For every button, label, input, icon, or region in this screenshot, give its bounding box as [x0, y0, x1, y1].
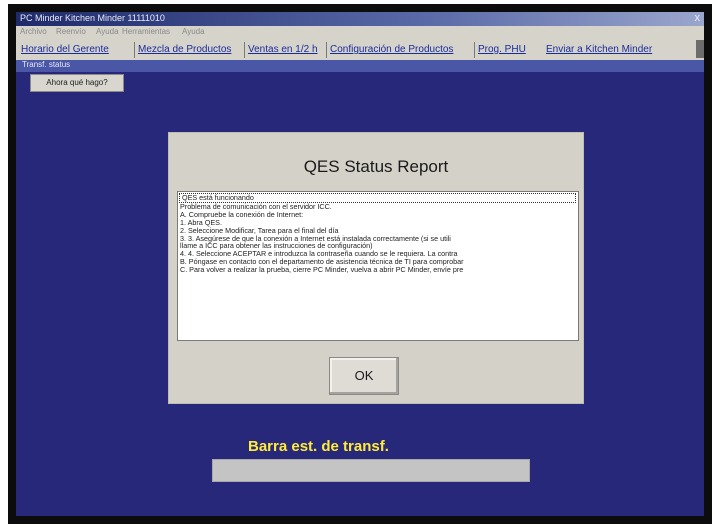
- window-title: PC Minder Kitchen Minder 11111010: [20, 13, 165, 23]
- tab-scroll-handle[interactable]: [696, 40, 704, 58]
- subbar-label: Transf. status: [22, 60, 71, 69]
- transfer-progress-bar: [212, 459, 530, 482]
- transfer-bar-label: Barra est. de transf.: [248, 438, 389, 455]
- status-dialog: QES Status Report QES está funcionando P…: [168, 132, 584, 404]
- help-tab[interactable]: Ahora qué hago?: [30, 74, 124, 92]
- status-line: A. Compruebe la conexión de Internet:: [180, 209, 304, 219]
- tab-ventas[interactable]: Ventas en 1/2 h: [244, 42, 318, 58]
- menu-archivo[interactable]: Archivo: [20, 27, 47, 36]
- tab-mezcla[interactable]: Mezcla de Productos: [134, 42, 231, 58]
- status-subbar: Transf. status: [16, 60, 704, 72]
- status-line: C. Para volver a realizar la prueba, cie…: [180, 265, 464, 275]
- menu-ayuda-2[interactable]: Ayuda: [182, 27, 205, 36]
- tab-configuracion[interactable]: Configuración de Productos: [326, 42, 453, 58]
- tab-horario[interactable]: Horario del Gerente: [18, 42, 109, 58]
- menu-herramientas[interactable]: Herramientas: [122, 27, 170, 36]
- dialog-title: QES Status Report: [303, 157, 449, 176]
- menu-reenvio[interactable]: Reenvío: [56, 27, 86, 36]
- title-bar: PC Minder Kitchen Minder 11111010 x: [16, 12, 704, 26]
- close-icon[interactable]: x: [695, 12, 701, 24]
- status-text-area[interactable]: QES está funcionando Problema de comunic…: [177, 191, 579, 341]
- tab-bar: Horario del Gerente Mezcla de Productos …: [16, 38, 704, 61]
- ok-button[interactable]: OK: [329, 357, 399, 395]
- tab-prog-phu[interactable]: Prog. PHU: [474, 42, 526, 58]
- menu-ayuda[interactable]: Ayuda: [96, 27, 119, 36]
- menu-bar: Archivo Reenvío Ayuda Herramientas Ayuda: [16, 26, 704, 38]
- app-window: PC Minder Kitchen Minder 11111010 x Arch…: [16, 12, 704, 516]
- tab-enviar[interactable]: Enviar a Kitchen Minder: [538, 42, 652, 58]
